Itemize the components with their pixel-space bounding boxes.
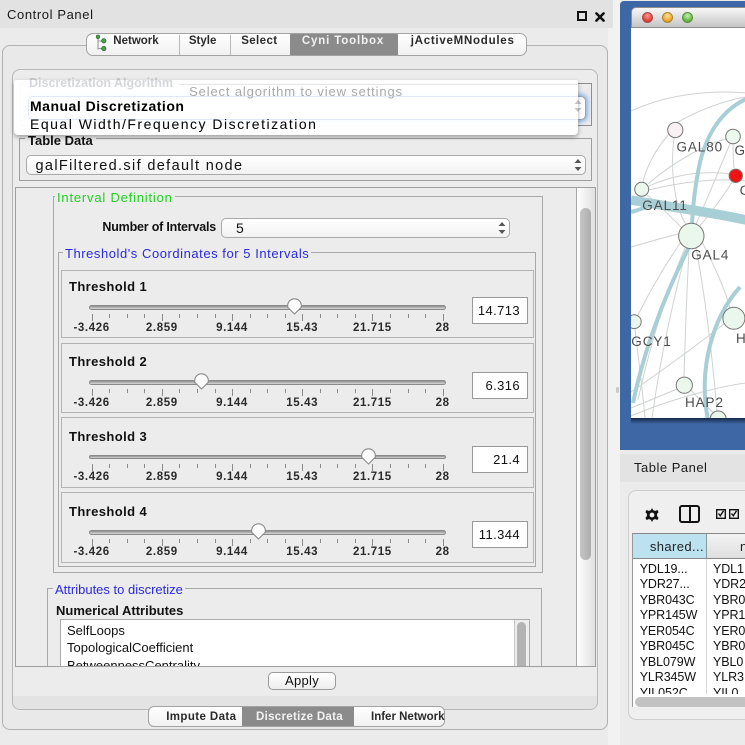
svg-text:GAL80: GAL80 (677, 140, 724, 155)
svg-text:GAL11: GAL11 (642, 198, 688, 213)
svg-text:GA: GA (735, 143, 745, 158)
svg-text:H: H (736, 331, 745, 346)
svg-text:HAP2: HAP2 (685, 395, 724, 410)
svg-text:GAL4: GAL4 (691, 248, 729, 263)
svg-text:C: C (740, 183, 745, 198)
svg-text:GCY1: GCY1 (631, 334, 671, 349)
